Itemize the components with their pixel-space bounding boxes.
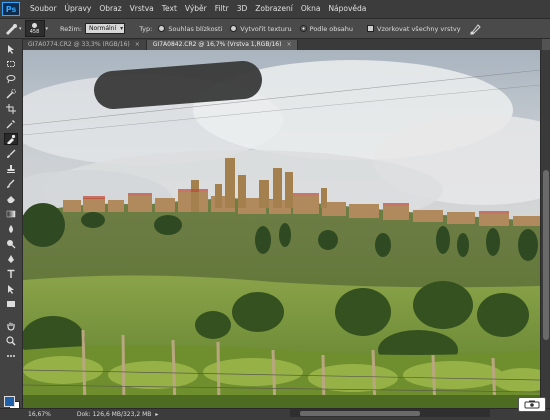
brush-size-picker[interactable]: 458 — [24, 20, 45, 37]
type-tool-icon[interactable] — [4, 268, 18, 280]
photoshop-logo: Ps — [2, 2, 20, 16]
radio-icon — [158, 25, 166, 32]
pen-tool-icon[interactable] — [4, 253, 18, 265]
chevron-down-icon[interactable]: ▾ — [46, 26, 49, 32]
quick-selection-tool-icon[interactable] — [4, 88, 18, 100]
tool-preset-picker[interactable]: ▾ — [4, 23, 22, 35]
dodge-tool-icon[interactable] — [4, 238, 18, 250]
menu-vyber[interactable]: Výběr — [181, 0, 211, 18]
radio-selected-icon — [299, 25, 307, 32]
menu-okna[interactable]: Okna — [297, 0, 325, 18]
lasso-tool-icon[interactable] — [4, 73, 18, 85]
menu-soubor[interactable]: Soubor — [26, 0, 61, 18]
type-label: Typ: — [139, 24, 153, 33]
brush-size-value: 458 — [29, 29, 40, 35]
foreground-color-swatch[interactable] — [4, 396, 15, 407]
mode-select[interactable]: Normální — [85, 23, 126, 34]
menu-upravy[interactable]: Úpravy — [61, 0, 96, 18]
tab-label: GI7A0842.CR2 @ 16,7% (Vrstva 1,RGB/16) — [152, 41, 282, 48]
pressure-size-button[interactable] — [469, 23, 481, 35]
document-tabs: GI7A0774.CR2 @ 33,3% (RGB/16) × GI7A0842.… — [22, 39, 542, 50]
menu-text[interactable]: Text — [158, 0, 181, 18]
tab-label: GI7A0774.CR2 @ 33,3% (RGB/16) — [28, 41, 130, 48]
path-selection-tool-icon[interactable] — [4, 283, 18, 295]
menu-bar: Ps Soubor Úpravy Obraz Vrstva Text Výběr… — [0, 0, 550, 19]
blur-tool-icon[interactable] — [4, 223, 18, 235]
zoom-level[interactable]: 16,67% — [28, 411, 51, 418]
rectangle-tool-icon[interactable] — [4, 298, 18, 310]
tools-panel — [0, 39, 23, 412]
radio-label: Podle obsahu — [309, 24, 353, 33]
gradient-tool-icon[interactable] — [4, 208, 18, 220]
horizontal-scroll-thumb[interactable] — [300, 411, 420, 416]
menu-zobrazeni[interactable]: Zobrazení — [251, 0, 297, 18]
radio-label: Souhlas blízkosti — [168, 24, 223, 33]
horizontal-scrollbar[interactable] — [290, 409, 490, 417]
navigator-button[interactable] — [518, 397, 546, 412]
menu-filtr[interactable]: Filtr — [211, 0, 233, 18]
radio-label: Vytvořit texturu — [240, 24, 292, 33]
options-bar: ▾ 458 ▾ Režim: Normální Typ: Souhlas blí… — [0, 19, 550, 39]
mode-label: Režim: — [60, 24, 82, 33]
crop-tool-icon[interactable] — [4, 103, 18, 115]
document-size-info[interactable]: Dok: 126,6 MB/323,2 MB — [77, 411, 151, 418]
vertical-scroll-thumb[interactable] — [543, 170, 549, 340]
checkbox-icon — [367, 25, 374, 32]
hand-tool-icon[interactable] — [4, 320, 18, 332]
eyedropper-tool-icon[interactable] — [4, 118, 18, 130]
checkbox-label: Vzorkovat všechny vrstvy — [377, 24, 461, 33]
camera-icon — [524, 400, 540, 409]
history-brush-tool-icon[interactable] — [4, 178, 18, 190]
move-tool-icon[interactable] — [4, 43, 18, 55]
brush-tool-icon[interactable] — [4, 148, 18, 160]
close-icon[interactable]: × — [135, 40, 140, 50]
more-tools-icon[interactable] — [4, 350, 18, 362]
marquee-tool-icon[interactable] — [4, 58, 18, 70]
radio-create-texture[interactable]: Vytvořit texturu — [230, 24, 292, 33]
chevron-right-icon[interactable]: ▸ — [155, 411, 158, 418]
vertical-scrollbar[interactable] — [540, 50, 550, 408]
spot-healing-brush-tool-icon[interactable] — [4, 133, 18, 145]
tab-document-1[interactable]: GI7A0774.CR2 @ 33,3% (RGB/16) × — [22, 40, 147, 50]
landscape-photo — [23, 50, 540, 408]
eraser-tool-icon[interactable] — [4, 193, 18, 205]
close-icon[interactable]: × — [286, 40, 291, 50]
sample-all-layers-checkbox[interactable]: Vzorkovat všechny vrstvy — [367, 25, 461, 33]
radio-content-aware[interactable]: Podle obsahu — [299, 24, 353, 33]
radio-icon — [230, 25, 238, 32]
zoom-tool-icon[interactable] — [4, 335, 18, 347]
menu-obraz[interactable]: Obraz — [95, 0, 125, 18]
clone-stamp-tool-icon[interactable] — [4, 163, 18, 175]
pen-pressure-icon — [469, 23, 481, 34]
tab-document-2[interactable]: GI7A0842.CR2 @ 16,7% (Vrstva 1,RGB/16) × — [146, 40, 299, 50]
menu-3d[interactable]: 3D — [233, 0, 252, 18]
menu-vrstva[interactable]: Vrstva — [126, 0, 158, 18]
menu-napoveda[interactable]: Nápověda — [324, 0, 370, 18]
spot-healing-icon — [6, 23, 17, 35]
radio-proximity-match[interactable]: Souhlas blízkosti — [158, 25, 222, 33]
document-canvas[interactable] — [23, 50, 540, 408]
